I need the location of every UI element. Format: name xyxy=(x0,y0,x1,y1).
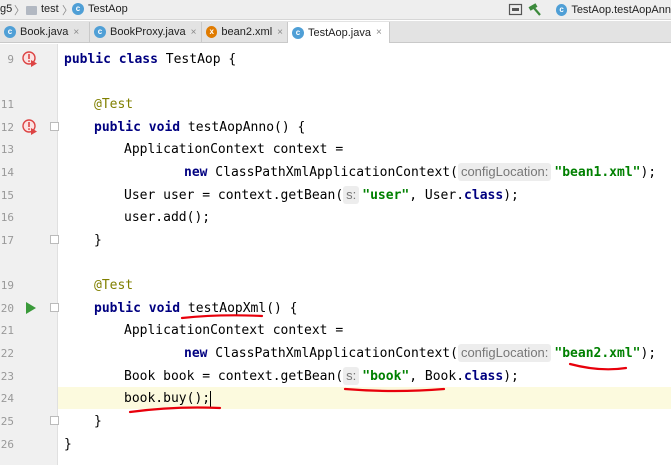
underline-mark xyxy=(343,387,446,393)
underline-mark xyxy=(180,314,264,320)
underline-mark xyxy=(568,362,628,371)
underline-mark xyxy=(128,406,222,414)
annotation-overlay xyxy=(128,314,628,414)
